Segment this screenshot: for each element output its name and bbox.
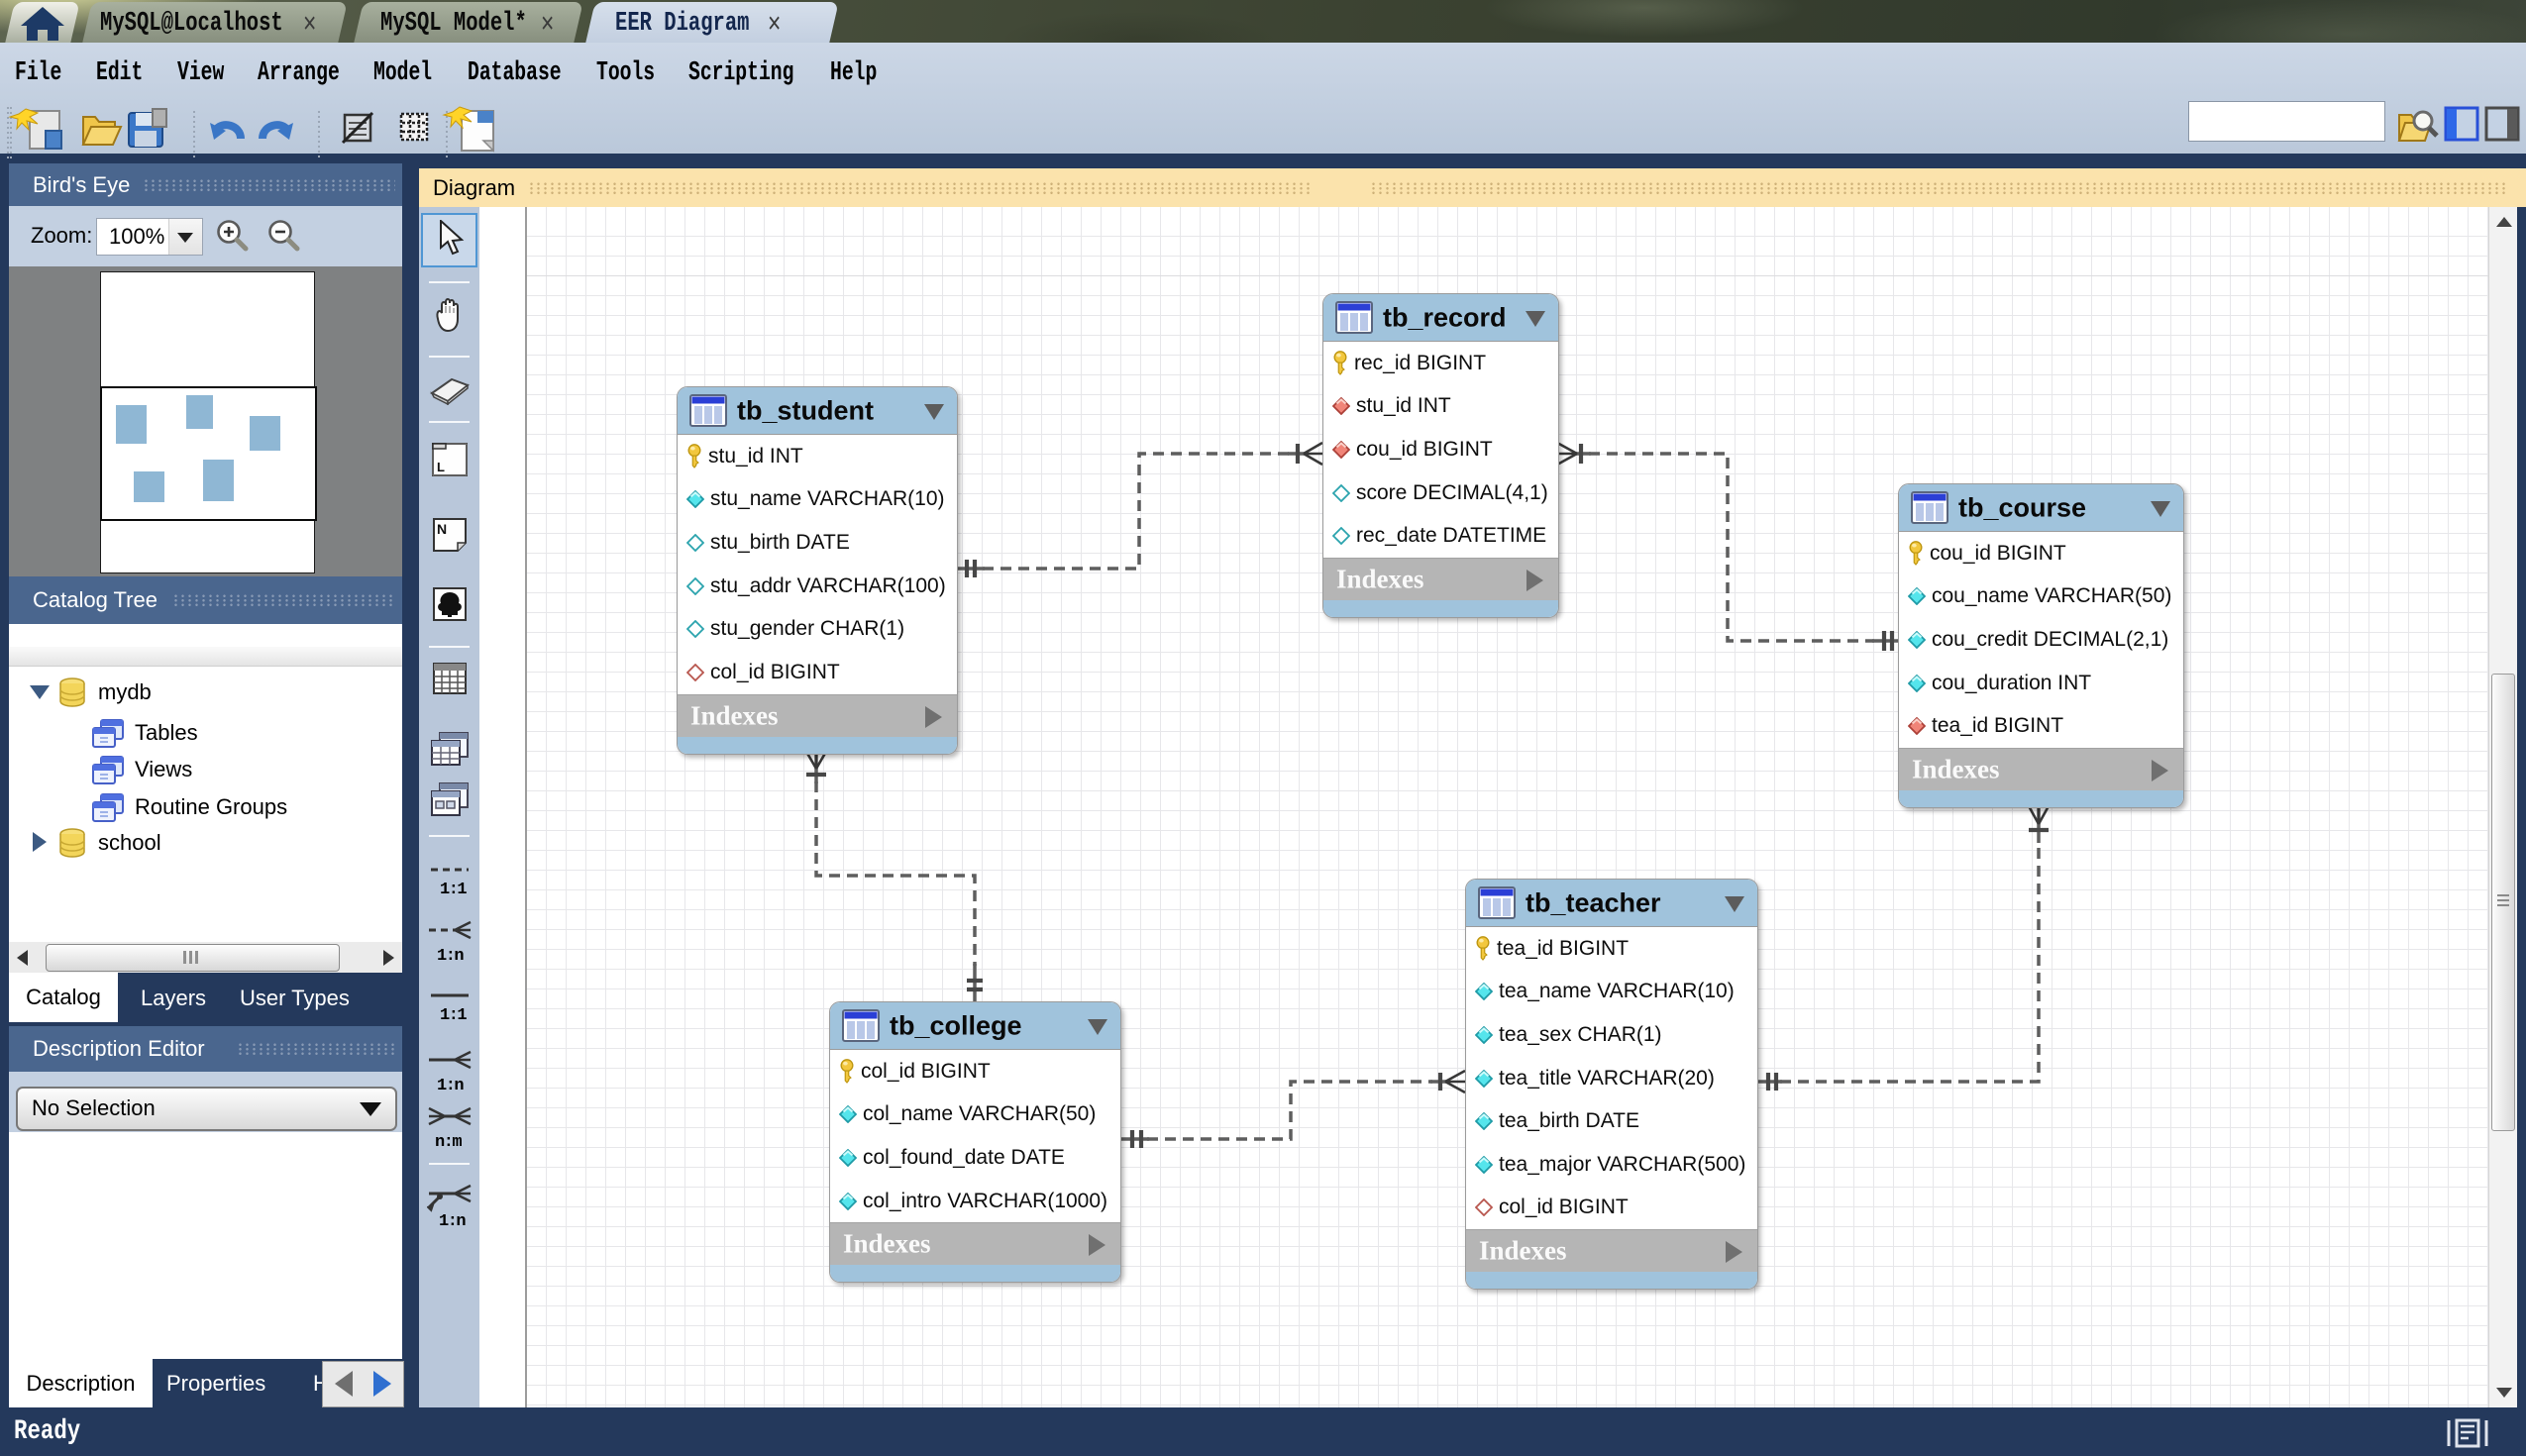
svg-text:N: N bbox=[437, 521, 447, 537]
svg-text:1:n: 1:n bbox=[439, 1212, 466, 1231]
svg-text:1:n: 1:n bbox=[437, 947, 464, 966]
svg-text:1:1: 1:1 bbox=[440, 881, 467, 899]
svg-text:1:1: 1:1 bbox=[440, 1006, 467, 1025]
svg-text:n:m: n:m bbox=[435, 1133, 462, 1152]
svg-text:L: L bbox=[437, 460, 445, 474]
svg-text:1:n: 1:n bbox=[437, 1077, 464, 1095]
